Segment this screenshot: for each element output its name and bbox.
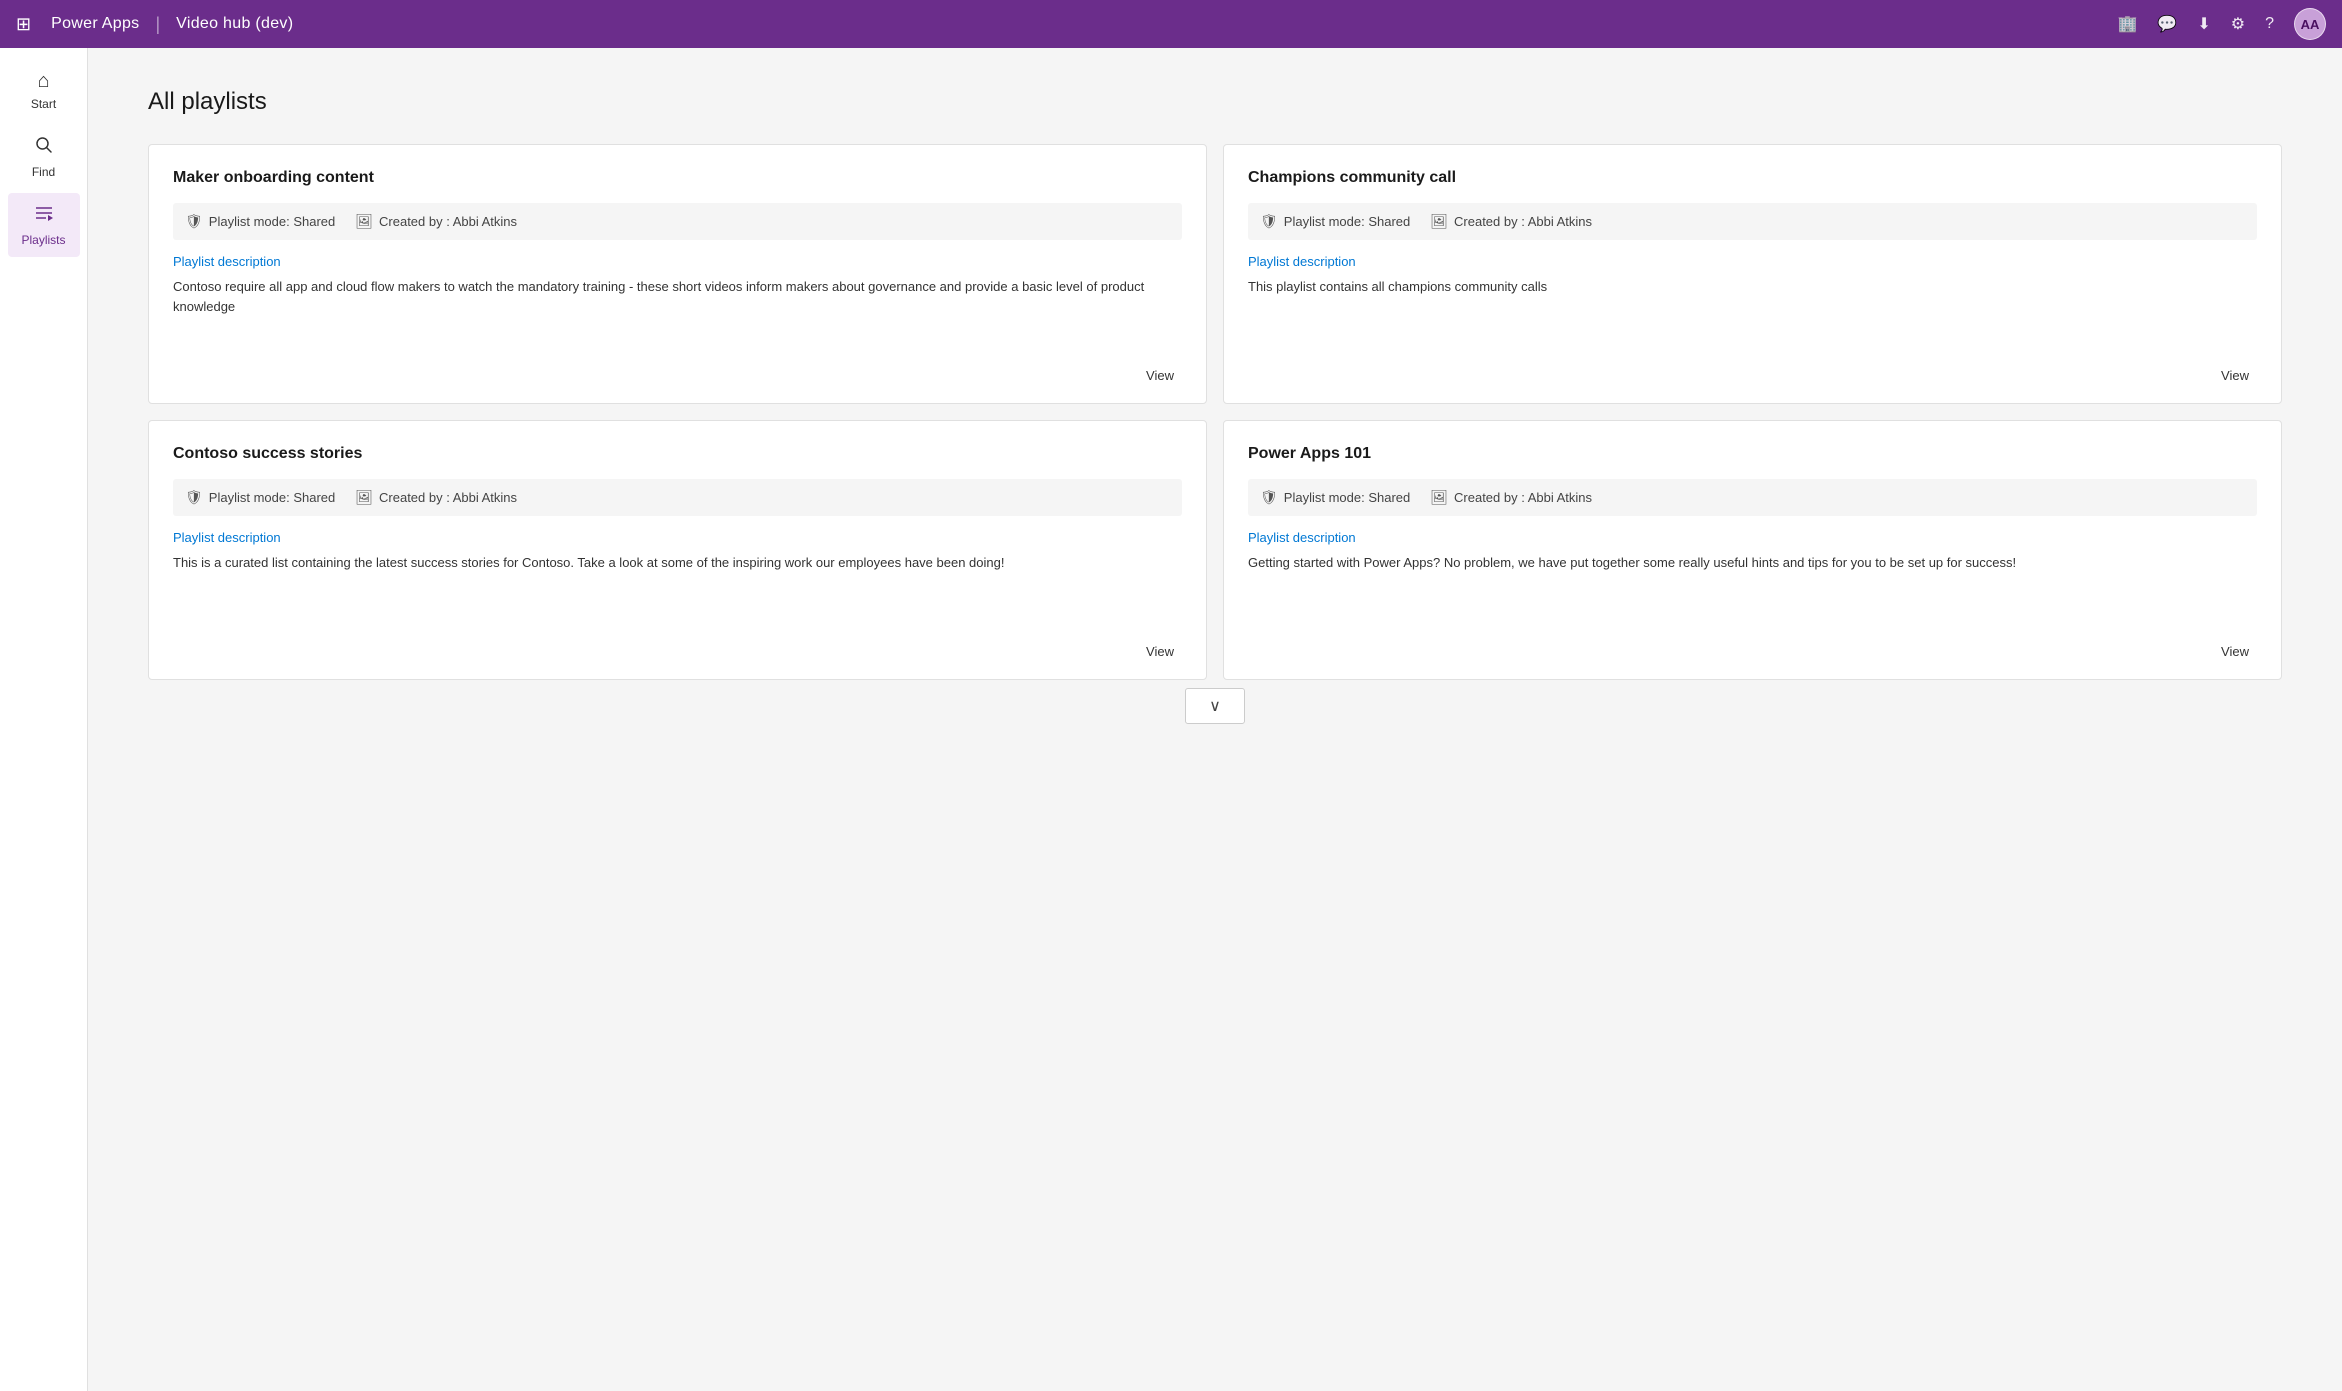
environment-icon[interactable]: 🏢: [2118, 14, 2138, 34]
topnav: ⊞ Power Apps | Video hub (dev) 🏢 💬 ⬇ ⚙ ?…: [0, 0, 2342, 48]
content-area: All playlists Maker onboarding content 🛡…: [88, 48, 2342, 1391]
image-icon: 🖼: [1430, 213, 1448, 230]
load-more-bar: ∨: [148, 680, 2282, 740]
card-title-contoso-success: Contoso success stories: [173, 445, 1182, 463]
card-footer-power-apps-101: View: [1248, 632, 2257, 663]
load-more-button[interactable]: ∨: [1185, 688, 1245, 724]
image-icon: 🖼: [355, 489, 373, 506]
sidebar: ⌂ Start Find Playlists: [0, 48, 88, 1391]
playlist-card-power-apps-101: Power Apps 101 🛡 Playlist mode: Shared 🖼…: [1223, 420, 2282, 680]
desc-label-power-apps-101[interactable]: Playlist description: [1248, 530, 2257, 545]
image-icon: 🖼: [355, 213, 373, 230]
view-button-power-apps-101[interactable]: View: [2213, 640, 2257, 663]
sidebar-start-label: Start: [31, 97, 56, 111]
playlist-mode-power-apps-101: 🛡 Playlist mode: Shared: [1260, 489, 1410, 506]
nav-separator: |: [155, 14, 160, 35]
card-meta-power-apps-101: 🛡 Playlist mode: Shared 🖼 Created by : A…: [1248, 479, 2257, 516]
card-title-champions-community: Champions community call: [1248, 169, 2257, 187]
created-by-champions-community: 🖼 Created by : Abbi Atkins: [1430, 213, 1592, 230]
created-by-maker-onboarding: 🖼 Created by : Abbi Atkins: [355, 213, 517, 230]
desc-label-maker-onboarding[interactable]: Playlist description: [173, 254, 1182, 269]
playlist-mode-maker-onboarding: 🛡 Playlist mode: Shared: [185, 213, 335, 230]
playlist-card-contoso-success: Contoso success stories 🛡 Playlist mode:…: [148, 420, 1207, 680]
topnav-icons: 🏢 💬 ⬇ ⚙ ? AA: [2118, 8, 2327, 40]
desc-label-champions-community[interactable]: Playlist description: [1248, 254, 2257, 269]
desc-text-power-apps-101: Getting started with Power Apps? No prob…: [1248, 553, 2257, 616]
playlist-mode-label: Playlist mode: Shared: [1284, 490, 1410, 505]
playlists-icon: [34, 203, 54, 229]
avatar[interactable]: AA: [2294, 8, 2326, 40]
created-by-label: Created by : Abbi Atkins: [379, 214, 517, 229]
created-by-power-apps-101: 🖼 Created by : Abbi Atkins: [1430, 489, 1592, 506]
waffle-icon[interactable]: ⊞: [16, 14, 31, 35]
playlist-mode-label: Playlist mode: Shared: [1284, 214, 1410, 229]
card-title-maker-onboarding: Maker onboarding content: [173, 169, 1182, 187]
sidebar-find-label: Find: [32, 165, 55, 179]
card-footer-maker-onboarding: View: [173, 356, 1182, 387]
playlist-mode-champions-community: 🛡 Playlist mode: Shared: [1260, 213, 1410, 230]
app-context: Video hub (dev): [176, 15, 293, 33]
shield-icon: 🛡: [185, 213, 203, 230]
sidebar-item-start[interactable]: ⌂ Start: [8, 60, 80, 121]
chat-icon[interactable]: 💬: [2157, 14, 2177, 34]
created-by-label: Created by : Abbi Atkins: [1454, 490, 1592, 505]
app-name: Power Apps: [51, 15, 139, 33]
playlists-grid: Maker onboarding content 🛡 Playlist mode…: [148, 144, 2282, 680]
created-by-label: Created by : Abbi Atkins: [1454, 214, 1592, 229]
view-button-contoso-success[interactable]: View: [1138, 640, 1182, 663]
view-button-maker-onboarding[interactable]: View: [1138, 364, 1182, 387]
page-title: All playlists: [148, 88, 2282, 116]
desc-label-contoso-success[interactable]: Playlist description: [173, 530, 1182, 545]
created-by-label: Created by : Abbi Atkins: [379, 490, 517, 505]
main-layout: ⌂ Start Find Playlists: [0, 48, 2342, 1391]
shield-icon: 🛡: [1260, 213, 1278, 230]
created-by-contoso-success: 🖼 Created by : Abbi Atkins: [355, 489, 517, 506]
home-icon: ⌂: [37, 70, 49, 93]
playlist-card-champions-community: Champions community call 🛡 Playlist mode…: [1223, 144, 2282, 404]
playlist-mode-contoso-success: 🛡 Playlist mode: Shared: [185, 489, 335, 506]
desc-text-maker-onboarding: Contoso require all app and cloud flow m…: [173, 277, 1182, 340]
image-icon: 🖼: [1430, 489, 1448, 506]
desc-text-contoso-success: This is a curated list containing the la…: [173, 553, 1182, 616]
shield-icon: 🛡: [1260, 489, 1278, 506]
playlist-card-maker-onboarding: Maker onboarding content 🛡 Playlist mode…: [148, 144, 1207, 404]
card-meta-maker-onboarding: 🛡 Playlist mode: Shared 🖼 Created by : A…: [173, 203, 1182, 240]
card-meta-champions-community: 🛡 Playlist mode: Shared 🖼 Created by : A…: [1248, 203, 2257, 240]
card-footer-contoso-success: View: [173, 632, 1182, 663]
sidebar-playlists-label: Playlists: [21, 233, 65, 247]
shield-icon: 🛡: [185, 489, 203, 506]
playlist-mode-label: Playlist mode: Shared: [209, 214, 335, 229]
card-title-power-apps-101: Power Apps 101: [1248, 445, 2257, 463]
download-icon[interactable]: ⬇: [2197, 14, 2210, 34]
sidebar-item-playlists[interactable]: Playlists: [8, 193, 80, 257]
desc-text-champions-community: This playlist contains all champions com…: [1248, 277, 2257, 340]
help-icon[interactable]: ?: [2265, 15, 2274, 33]
card-meta-contoso-success: 🛡 Playlist mode: Shared 🖼 Created by : A…: [173, 479, 1182, 516]
find-icon: [34, 135, 54, 161]
sidebar-item-find[interactable]: Find: [8, 125, 80, 189]
view-button-champions-community[interactable]: View: [2213, 364, 2257, 387]
card-footer-champions-community: View: [1248, 356, 2257, 387]
settings-icon[interactable]: ⚙: [2231, 14, 2245, 34]
playlist-mode-label: Playlist mode: Shared: [209, 490, 335, 505]
